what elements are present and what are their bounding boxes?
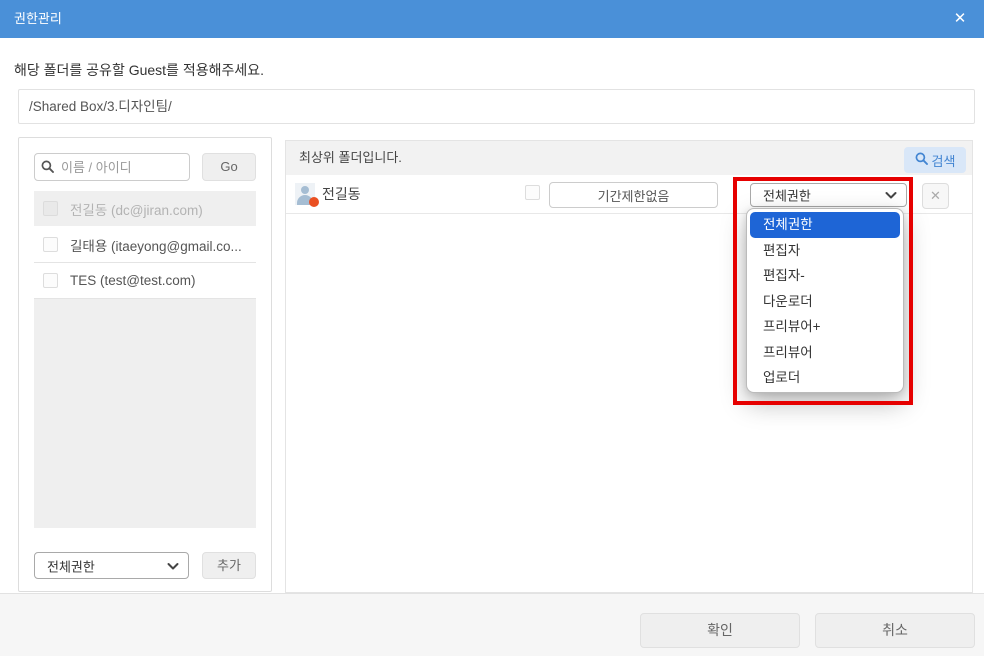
guest-permission-value: 전체권한 (763, 188, 811, 204)
guest-search-panel: Go 전길동 (dc@jiran.com) 길태용 (itaeyong@gmai… (18, 137, 272, 592)
list-item-user2[interactable]: 길태용 (itaeyong@gmail.co... (34, 227, 256, 263)
period-limit-button[interactable]: 기간제한없음 (549, 182, 718, 208)
dropdown-option-uploader[interactable]: 업로더 (747, 365, 903, 391)
close-icon[interactable]: ✕ (946, 0, 974, 38)
go-button[interactable]: Go (202, 153, 256, 181)
search-input-wrap (34, 153, 190, 181)
guest-name: 전길동 (322, 186, 361, 202)
dropdown-option-previewer[interactable]: 프리뷰어 (747, 340, 903, 366)
dialog-titlebar: 권한관리 ✕ (0, 0, 984, 38)
dropdown-option-full[interactable]: 전체권한 (750, 212, 900, 238)
remove-guest-icon[interactable]: ✕ (922, 183, 949, 209)
user2-label: 길태용 (itaeyong@gmail.co... (70, 238, 242, 254)
permission-dropdown-menu: 전체권한 편집자 편집자- 다운로더 프리뷰어+ 프리뷰어 업로더 (746, 208, 904, 393)
avatar-head (301, 186, 309, 194)
add-button[interactable]: 추가 (202, 552, 256, 579)
user1-label: 전길동 (dc@jiran.com) (70, 202, 203, 218)
user-avatar (295, 183, 319, 207)
right-panel-header: 최상위 폴더입니다. 검색 (286, 141, 972, 175)
cancel-button[interactable]: 취소 (815, 613, 975, 648)
dropdown-option-editor[interactable]: 편집자 (747, 238, 903, 264)
user3-checkbox[interactable] (43, 273, 58, 288)
dropdown-option-editor-minus[interactable]: 편집자- (747, 263, 903, 289)
user1-checkbox (43, 201, 58, 216)
add-permission-value: 전체권한 (47, 559, 95, 574)
permission-dialog: 권한관리 ✕ 해당 폴더를 공유할 Guest를 적용해주세요. /Shared… (0, 0, 984, 656)
dropdown-option-previewer-plus[interactable]: 프리뷰어+ (747, 314, 903, 340)
search-input[interactable] (34, 153, 190, 181)
guest-row-checkbox[interactable] (525, 185, 540, 200)
dialog-subtitle: 해당 폴더를 공유할 Guest를 적용해주세요. (14, 62, 264, 78)
chevron-down-icon (167, 558, 179, 573)
dropdown-option-downloader[interactable]: 다운로더 (747, 289, 903, 315)
search-button[interactable]: 검색 (904, 147, 966, 173)
search-icon (41, 160, 54, 176)
avatar-status-dot (309, 197, 319, 207)
user2-checkbox[interactable] (43, 237, 58, 252)
confirm-button[interactable]: 확인 (640, 613, 800, 648)
guest-permission-select[interactable]: 전체권한 (750, 183, 907, 207)
dialog-title: 권한관리 (14, 11, 62, 26)
list-item-user1: 전길동 (dc@jiran.com) (34, 191, 256, 227)
folder-path-field: /Shared Box/3.디자인팀/ (18, 89, 975, 124)
chevron-down-icon (885, 188, 897, 203)
add-permission-select[interactable]: 전체권한 (34, 552, 189, 579)
search-icon (915, 152, 928, 168)
guest-user-list: 전길동 (dc@jiran.com) 길태용 (itaeyong@gmail.c… (34, 191, 256, 528)
list-item-user3[interactable]: TES (test@test.com) (34, 263, 256, 299)
top-folder-message: 최상위 폴더입니다. (299, 150, 402, 165)
user3-label: TES (test@test.com) (70, 273, 196, 288)
dialog-footer: 확인 취소 (0, 593, 984, 656)
search-button-label: 검색 (931, 153, 956, 169)
